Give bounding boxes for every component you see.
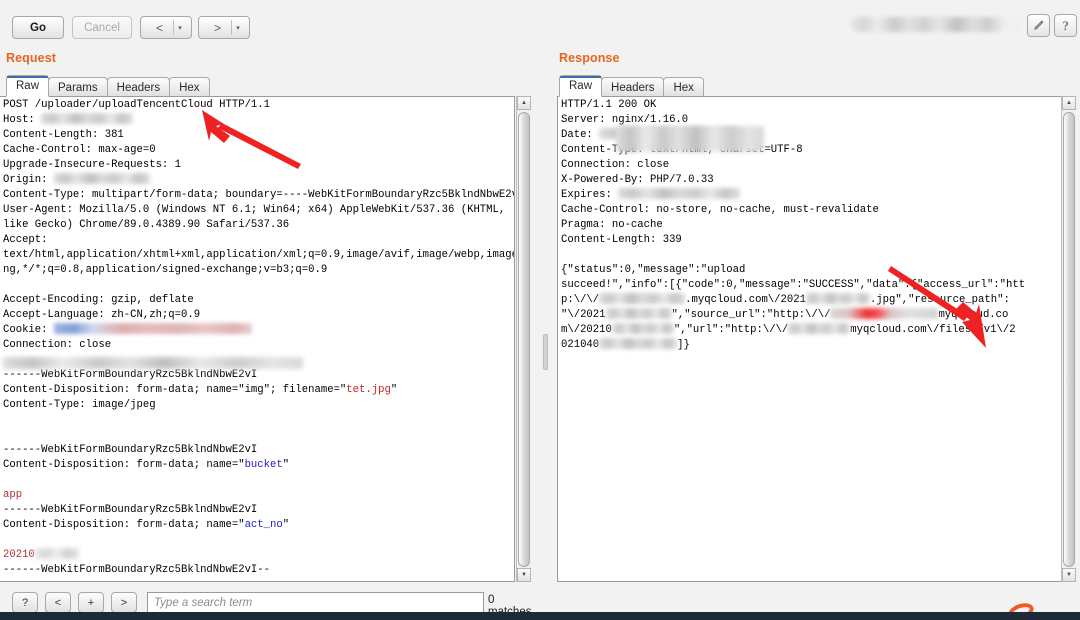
tab-request-params[interactable]: Params bbox=[48, 77, 108, 97]
edit-target-button[interactable] bbox=[1027, 14, 1050, 37]
request-line-19: Content-Disposition: form-data; name="im… bbox=[3, 384, 398, 396]
request-line-26: app bbox=[3, 489, 23, 501]
scroll-down-arrow[interactable]: ▼ bbox=[517, 568, 531, 582]
response-line-1: Server: nginx/1.16.0 bbox=[561, 114, 689, 126]
request-search-bar: ? < + > Type a search term 0 matches bbox=[8, 592, 533, 618]
response-tab-bar: Raw Headers Hex bbox=[559, 75, 704, 97]
scroll-up-arrow[interactable]: ▲ bbox=[517, 96, 531, 110]
request-line-7: User-Agent: Mozilla/5.0 (Windows NT 6.1;… bbox=[3, 204, 506, 216]
history-forward-button[interactable]: > ▾ bbox=[198, 16, 250, 39]
request-search-next-button[interactable]: > bbox=[111, 592, 137, 613]
request-line-24: Content-Disposition: form-data; name="bu… bbox=[3, 459, 290, 471]
response-line-16: 021040]} bbox=[561, 338, 690, 351]
request-tab-bar: Raw Params Headers Hex bbox=[6, 75, 210, 97]
response-editor[interactable]: HTTP/1.1 200 OK Server: nginx/1.16.0 Dat… bbox=[557, 96, 1076, 582]
request-line-3: Cache-Control: max-age=0 bbox=[3, 144, 156, 156]
help-button[interactable]: ? bbox=[1054, 14, 1077, 37]
top-toolbar: Go Cancel < ▾ > ▾ ? bbox=[0, 0, 1080, 46]
request-line-12 bbox=[3, 279, 9, 291]
tab-request-raw[interactable]: Raw bbox=[6, 75, 50, 97]
panel-splitter[interactable] bbox=[540, 46, 550, 620]
request-line-14: Accept-Language: zh-CN,zh;q=0.9 bbox=[3, 309, 201, 321]
request-line-13: Accept-Encoding: gzip, deflate bbox=[3, 294, 194, 306]
response-line-6: Expires: bbox=[561, 188, 741, 201]
request-line-20: Content-Type: image/jpeg bbox=[3, 399, 156, 411]
scroll-thumb[interactable] bbox=[518, 112, 530, 567]
response-line-5: X-Powered-By: PHP/7.0.33 bbox=[561, 174, 714, 186]
chevron-right-icon: > bbox=[213, 20, 221, 35]
chevron-left-icon: < bbox=[155, 20, 163, 35]
request-line-30: 20210 bbox=[3, 548, 79, 561]
target-host-redacted bbox=[850, 17, 1022, 32]
request-search-help-button[interactable]: ? bbox=[12, 592, 38, 613]
request-line-16: Connection: close bbox=[3, 339, 112, 351]
chevron-down-icon: ▾ bbox=[236, 24, 240, 32]
request-search-input[interactable]: Type a search term bbox=[147, 592, 484, 613]
request-redacted-line bbox=[3, 357, 303, 369]
request-line-8: like Gecko) Chrome/89.0.4389.90 Safari/5… bbox=[3, 219, 290, 231]
request-vertical-scrollbar[interactable]: ▲ ▼ bbox=[516, 96, 531, 582]
response-panel: Response Raw Headers Hex HTTP/1.1 200 OK… bbox=[553, 46, 1080, 620]
chevron-down-icon: ▾ bbox=[178, 24, 182, 32]
response-redacted-block bbox=[616, 126, 764, 152]
tab-response-raw[interactable]: Raw bbox=[559, 75, 603, 97]
request-line-2: Content-Length: 381 bbox=[3, 129, 124, 141]
response-panel-title: Response bbox=[559, 51, 620, 65]
button-divider bbox=[231, 20, 232, 35]
request-search-prev-button[interactable]: < bbox=[45, 592, 71, 613]
request-line-31: ------WebKitFormBoundaryRzc5BklndNbwE2vI… bbox=[3, 564, 271, 576]
request-line-5: Origin: bbox=[3, 173, 150, 186]
request-panel-title: Request bbox=[6, 51, 57, 65]
go-button[interactable]: Go bbox=[12, 16, 64, 39]
tab-request-headers[interactable]: Headers bbox=[106, 77, 171, 97]
question-mark-icon: ? bbox=[1062, 17, 1069, 33]
cancel-button[interactable]: Cancel bbox=[72, 16, 132, 39]
response-line-11: {"status":0,"message":"upload bbox=[561, 264, 746, 276]
scroll-thumb[interactable] bbox=[1063, 112, 1075, 567]
request-panel: Request Raw Params Headers Hex POST /upl… bbox=[0, 46, 537, 620]
response-line-0: HTTP/1.1 200 OK bbox=[561, 99, 657, 111]
response-line-15: m\/20210 ","url":"http:\/\/myqcloud.com\/… bbox=[561, 323, 1016, 336]
history-back-button[interactable]: < ▾ bbox=[140, 16, 192, 39]
request-line-6: Content-Type: multipart/form-data; bound… bbox=[3, 189, 514, 201]
request-line-9: Accept: bbox=[3, 234, 48, 246]
response-line-9: Content-Length: 339 bbox=[561, 234, 682, 246]
request-search-add-button[interactable]: + bbox=[78, 592, 104, 613]
request-line-27: ------WebKitFormBoundaryRzc5BklndNbwE2vI bbox=[3, 504, 258, 516]
request-line-10: text/html,application/xhtml+xml,applicat… bbox=[3, 249, 514, 261]
scroll-down-arrow[interactable]: ▼ bbox=[1062, 568, 1076, 582]
pencil-icon bbox=[1034, 20, 1044, 30]
tab-response-headers[interactable]: Headers bbox=[601, 77, 665, 97]
tab-response-hex[interactable]: Hex bbox=[663, 77, 704, 97]
window-bottom-bar bbox=[0, 612, 1080, 620]
request-line-28: Content-Disposition: form-data; name="ac… bbox=[3, 519, 290, 531]
response-line-13: p:\/\/.myqcloud.com\/2021 .jpg","resource… bbox=[561, 293, 1010, 306]
request-raw-text[interactable]: POST /uploader/uploadTencentCloud HTTP/1… bbox=[3, 98, 514, 581]
request-line-4: Upgrade-Insecure-Requests: 1 bbox=[3, 159, 182, 171]
response-raw-text[interactable]: HTTP/1.1 200 OK Server: nginx/1.16.0 Dat… bbox=[561, 98, 1075, 581]
splitter-grip[interactable] bbox=[543, 334, 548, 370]
request-line-23: ------WebKitFormBoundaryRzc5BklndNbwE2vI bbox=[3, 444, 258, 456]
burp-repeater-window: Go Cancel < ▾ > ▾ ? Request Raw Params H… bbox=[0, 0, 1080, 620]
response-line-7: Cache-Control: no-store, no-cache, must-… bbox=[561, 204, 879, 216]
button-divider bbox=[173, 20, 174, 35]
response-vertical-scrollbar[interactable]: ▲ ▼ bbox=[1061, 96, 1076, 582]
request-line-0: POST /uploader/uploadTencentCloud HTTP/1… bbox=[3, 99, 271, 111]
tab-request-hex[interactable]: Hex bbox=[169, 77, 210, 97]
request-line-11: ng,*/*;q=0.8,application/signed-exchange… bbox=[3, 264, 328, 276]
response-line-8: Pragma: no-cache bbox=[561, 219, 663, 231]
request-line-15: Cookie: bbox=[3, 323, 252, 336]
response-line-14: "\/2021 ","source_url":"http:\/\/myqcloud… bbox=[561, 308, 1009, 321]
request-editor[interactable]: POST /uploader/uploadTencentCloud HTTP/1… bbox=[0, 96, 515, 582]
response-line-4: Connection: close bbox=[561, 159, 670, 171]
response-line-12: succeed!","info":[{"code":0,"message":"S… bbox=[561, 279, 1026, 291]
request-line-1: Host: bbox=[3, 113, 134, 126]
request-line-18: ------WebKitFormBoundaryRzc5BklndNbwE2vI bbox=[3, 369, 258, 381]
scroll-up-arrow[interactable]: ▲ bbox=[1062, 96, 1076, 110]
